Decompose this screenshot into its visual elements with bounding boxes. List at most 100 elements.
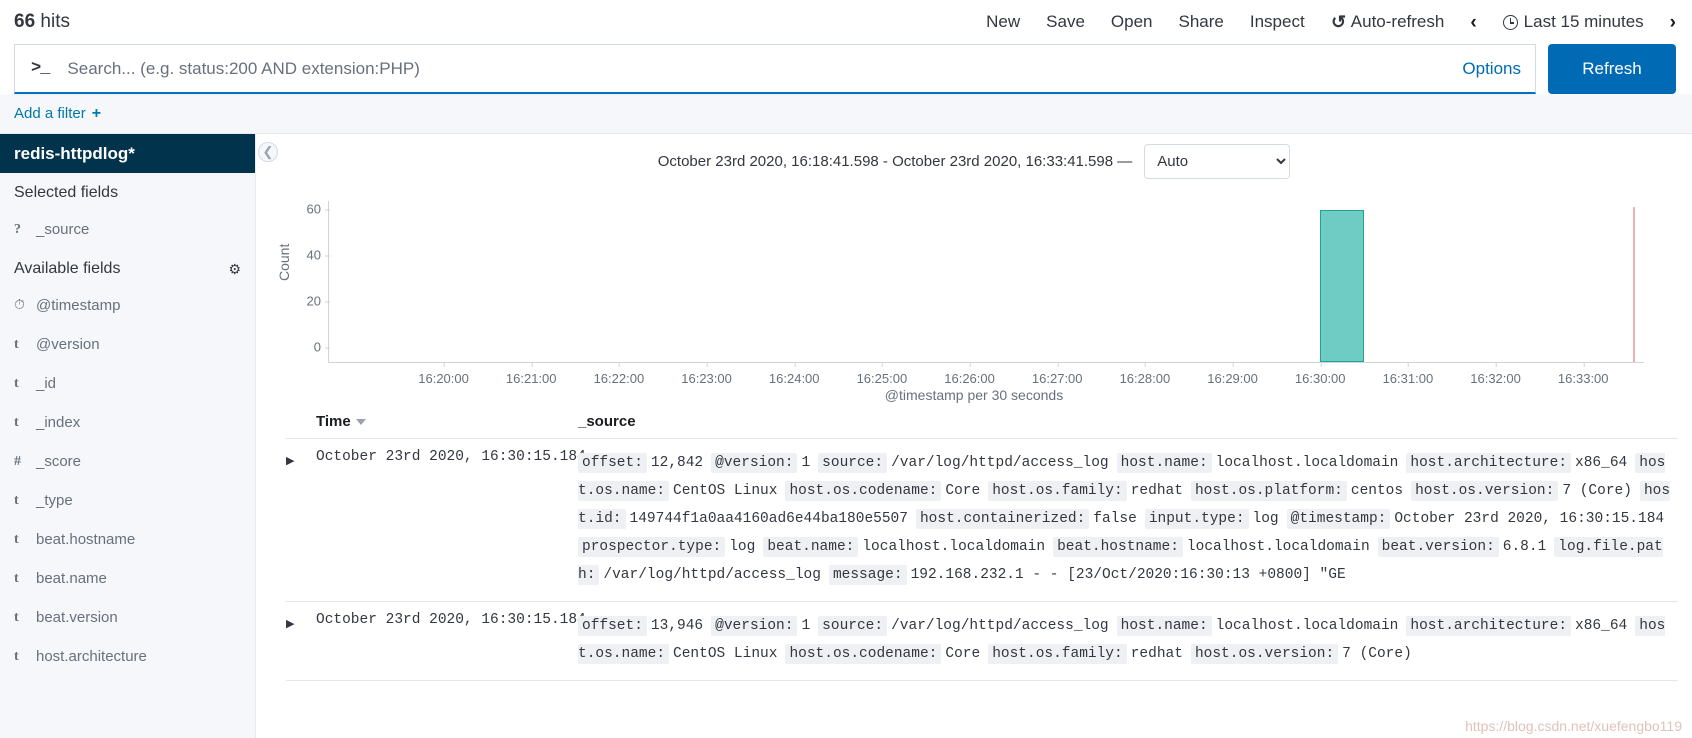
source-field-value: /var/log/httpd/access_log <box>891 618 1109 634</box>
source-field-value: 1 <box>801 455 811 471</box>
histogram-bar[interactable] <box>1320 210 1365 362</box>
field-type-string-icon: t <box>14 531 19 547</box>
source-field-value: false <box>1093 511 1137 527</box>
y-axis-tick: 60 <box>307 202 331 217</box>
sidebar-field-_source[interactable]: ? _source <box>0 210 255 249</box>
row-time: October 23rd 2020, 16:30:15.184 <box>316 449 586 465</box>
source-field-key: source: <box>818 453 888 473</box>
x-axis-tick: 16:22:00 <box>594 362 644 386</box>
x-axis-tick: 16:29:00 <box>1207 362 1258 386</box>
available-fields-label: Available fields <box>14 260 121 277</box>
nav-save[interactable]: Save <box>1046 12 1085 32</box>
source-field-value: 6.8.1 <box>1502 539 1547 555</box>
sidebar-field-version[interactable]: t @version <box>0 325 255 364</box>
selected-fields-header: Selected fields <box>0 173 255 210</box>
source-field-value: log <box>1252 511 1279 527</box>
sidebar-field-id[interactable]: t _id <box>0 364 255 403</box>
source-field-value: x86_64 <box>1575 455 1628 471</box>
top-bar: 66 hits New Save Open Share Inspect ↻ Au… <box>0 0 1692 44</box>
field-type-string-icon: t <box>14 414 19 430</box>
y-axis-tick: 20 <box>307 294 331 309</box>
source-field-key: prospector.type: <box>578 537 726 557</box>
field-type-date-icon: ⏱ <box>14 297 25 313</box>
source-field-value: Core <box>945 646 981 662</box>
refresh-button[interactable]: Refresh <box>1548 44 1676 94</box>
interval-select[interactable]: Auto Millisecond Second Minute Hourly Da… <box>1144 144 1291 179</box>
search-input[interactable] <box>65 57 1453 80</box>
x-axis-tick: 16:27:00 <box>1032 362 1083 386</box>
chart-plot-area[interactable]: 0 20 40 60 16:20:00 16:21:00 16:22:00 16:23:00 1… <box>307 201 1644 386</box>
field-type-string-icon: t <box>14 609 19 625</box>
add-filter-button[interactable]: Add a filter + <box>14 105 101 123</box>
time-picker-button[interactable]: Last 15 minutes <box>1502 12 1644 32</box>
table-row[interactable]: ▶ October 23rd 2020, 16:30:15.184 offset… <box>286 439 1678 602</box>
expand-column-header <box>286 413 316 430</box>
hits-count: 66 <box>14 11 36 32</box>
sidebar-field-score[interactable]: # _score <box>0 442 255 481</box>
auto-refresh-button[interactable]: ↻ Auto-refresh <box>1331 12 1445 32</box>
time-prev-arrow-icon[interactable]: ‹ <box>1470 13 1476 32</box>
y-axis-tick: 40 <box>307 248 331 263</box>
search-bar[interactable]: >_ Options <box>14 44 1536 94</box>
sort-desc-icon[interactable] <box>355 418 366 425</box>
nav-share[interactable]: Share <box>1179 12 1224 32</box>
source-field-key: host.name: <box>1116 616 1212 636</box>
table-header-row: Time _source <box>286 413 1678 439</box>
hits-counter: 66 hits <box>14 11 70 33</box>
source-field-value: redhat <box>1130 646 1183 662</box>
query-row: >_ Options Refresh <box>0 44 1692 94</box>
options-link[interactable]: Options <box>1452 59 1521 79</box>
selected-fields-label: Selected fields <box>14 184 119 201</box>
source-field-key: message: <box>828 565 907 585</box>
x-axis-tick: 16:33:00 <box>1558 362 1609 386</box>
console-prompt-icon: >_ <box>31 59 50 78</box>
source-field-value: /var/log/httpd/access_log <box>891 455 1109 471</box>
field-name: _score <box>36 453 82 470</box>
source-field-key: host.os.codename: <box>785 481 942 501</box>
sidebar-field-beat-hostname[interactable]: t beat.hostname <box>0 520 255 559</box>
time-column-label: Time <box>316 413 351 430</box>
sidebar-field-beat-version[interactable]: t beat.version <box>0 598 255 637</box>
x-axis-tick: 16:30:00 <box>1295 362 1346 386</box>
expand-row-icon[interactable]: ▶ <box>286 449 316 589</box>
sidebar-field-beat-name[interactable]: t beat.name <box>0 559 255 598</box>
document-table: Time _source ▶ October 23rd 2020, 16:30:… <box>286 413 1678 681</box>
sidebar-field-timestamp[interactable]: ⏱ @timestamp <box>0 286 255 325</box>
time-column-header[interactable]: Time <box>316 413 578 430</box>
sidebar-field-type[interactable]: t _type <box>0 481 255 520</box>
nav-inspect[interactable]: Inspect <box>1250 12 1305 32</box>
expand-row-icon[interactable]: ▶ <box>286 612 316 668</box>
source-field-value: 7 (Core) <box>1342 646 1412 662</box>
field-type-string-icon: t <box>14 375 19 391</box>
source-field-key: offset: <box>578 616 647 636</box>
table-row[interactable]: ▶ October 23rd 2020, 16:30:15.184 offset… <box>286 602 1678 681</box>
main-area: redis-httpdlog* Selected fields ? _sourc… <box>0 134 1692 738</box>
source-field-value: redhat <box>1130 483 1183 499</box>
field-name: @timestamp <box>36 297 121 314</box>
source-field-value: CentOS Linux <box>673 483 778 499</box>
field-type-number-icon: # <box>14 453 21 469</box>
source-field-key: @version: <box>711 453 798 473</box>
plus-icon: + <box>91 104 102 122</box>
time-next-arrow-icon[interactable]: › <box>1670 13 1676 32</box>
source-field-key: host.architecture: <box>1406 616 1572 636</box>
source-field-value: 13,946 <box>650 618 704 634</box>
now-marker-line <box>1633 207 1636 362</box>
field-type-unknown-icon: ? <box>14 221 21 237</box>
index-pattern-selector[interactable]: redis-httpdlog* <box>0 134 255 173</box>
x-axis-tick: 16:31:00 <box>1383 362 1433 386</box>
nav-open[interactable]: Open <box>1111 12 1153 32</box>
gear-icon[interactable]: ⚙ <box>228 261 241 278</box>
refresh-cycle-icon: ↻ <box>1330 12 1346 32</box>
histogram-chart[interactable]: Count 0 20 40 60 16:20:00 16:21:00 16:22:00 16:… <box>270 189 1678 403</box>
source-column-header[interactable]: _source <box>578 413 1678 430</box>
source-field-key: host.os.family: <box>988 481 1127 501</box>
nav-new[interactable]: New <box>986 12 1020 32</box>
collapse-sidebar-icon[interactable]: ❮ <box>258 142 278 162</box>
discover-content: ❮ October 23rd 2020, 16:18:41.598 - Octo… <box>256 134 1692 738</box>
source-field-value: localhost.localdomain <box>1186 539 1370 555</box>
source-field-value: localhost.localdomain <box>1215 455 1399 471</box>
sidebar-field-host-architecture[interactable]: t host.architecture <box>0 637 255 676</box>
sidebar-field-index[interactable]: t _index <box>0 403 255 442</box>
field-name: _source <box>36 221 90 238</box>
